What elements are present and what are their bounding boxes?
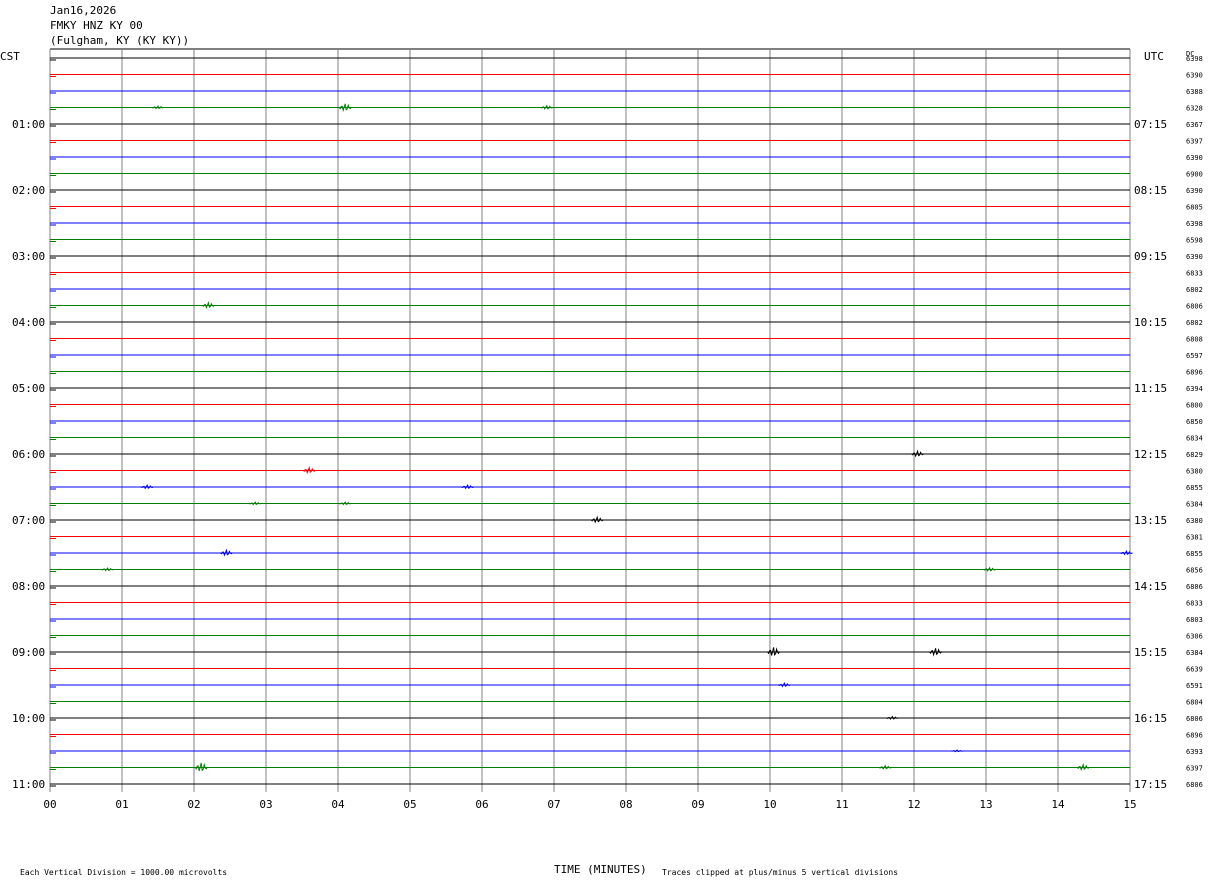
dc-offset-label: 6397 <box>1186 138 1203 146</box>
right-hour-label: 14:15 <box>1134 580 1167 593</box>
x-tick-label: 06 <box>475 798 488 811</box>
seismic-event <box>249 501 262 506</box>
dc-offset-label: 6806 <box>1186 583 1203 591</box>
left-hour-label: 07:00 <box>12 514 45 527</box>
right-hour-label: 08:15 <box>1134 184 1167 197</box>
scale-note: Each Vertical Division = 1000.00 microvo… <box>20 868 228 877</box>
seismic-event <box>886 715 899 720</box>
dc-offset-label: 6384 <box>1186 649 1203 657</box>
clip-note: Traces clipped at plus/minus 5 vertical … <box>662 868 899 877</box>
left-hour-label: 01:00 <box>12 118 45 131</box>
seismic-event <box>101 567 114 572</box>
dc-offset-label: 6805 <box>1186 204 1203 212</box>
dc-offset-label: 6388 <box>1186 88 1203 96</box>
dc-offset-label: 6390 <box>1186 154 1203 162</box>
dc-offset-label: 6394 <box>1186 385 1203 393</box>
dc-offset-label: 6900 <box>1186 171 1203 179</box>
x-tick-label: 05 <box>403 798 416 811</box>
x-tick-label: 07 <box>547 798 560 811</box>
right-hour-label: 15:15 <box>1134 646 1167 659</box>
left-hour-label: 05:00 <box>12 382 45 395</box>
dc-offset-label: 6896 <box>1186 732 1203 740</box>
x-tick-label: 02 <box>187 798 200 811</box>
dc-offset-label: 6390 <box>1186 253 1203 261</box>
dc-offset-label: 6833 <box>1186 600 1203 608</box>
dc-offset-label: 6380 <box>1186 468 1203 476</box>
right-hour-label: 16:15 <box>1134 712 1167 725</box>
left-hour-label: 04:00 <box>12 316 45 329</box>
dc-offset-label: 6829 <box>1186 451 1203 459</box>
dc-offset-label: 6808 <box>1186 336 1203 344</box>
seismogram-plot: 6398 6390 6388 6328 6367 6397 6390 6900 6390 6805… <box>12 48 1203 811</box>
right-hour-label: 11:15 <box>1134 382 1167 395</box>
left-hour-label: 09:00 <box>12 646 45 659</box>
dc-offset-label: 6390 <box>1186 187 1203 195</box>
x-tick-label: 03 <box>259 798 272 811</box>
dc-offset-label: 6380 <box>1186 517 1203 525</box>
dc-offset-label: 6803 <box>1186 616 1203 624</box>
left-hour-label: 10:00 <box>12 712 45 725</box>
x-tick-label: 12 <box>907 798 920 811</box>
dc-offset-label: 6855 <box>1186 484 1203 492</box>
dc-offset-label: 6398 <box>1186 55 1203 63</box>
right-hour-label: 12:15 <box>1134 448 1167 461</box>
dc-offset-label: 6381 <box>1186 534 1203 542</box>
seismic-event <box>194 762 208 772</box>
dc-offset-label: 6306 <box>1186 633 1203 641</box>
left-hour-label: 11:00 <box>12 778 45 791</box>
dc-offset-label: 6804 <box>1186 699 1203 707</box>
dc-offset-label: 6328 <box>1186 105 1203 113</box>
dc-offset-label: 6390 <box>1186 72 1203 80</box>
dc-offset-label: 6367 <box>1186 121 1203 129</box>
dc-offset-label: 6800 <box>1186 402 1203 410</box>
dc-offset-label: 6802 <box>1186 319 1203 327</box>
dc-offset-label: 6398 <box>1186 220 1203 228</box>
right-hour-label: 10:15 <box>1134 316 1167 329</box>
dc-offset-label: 6384 <box>1186 501 1203 509</box>
x-tick-label: 04 <box>331 798 345 811</box>
x-tick-label: 14 <box>1051 798 1065 811</box>
x-tick-label: 15 <box>1123 798 1136 811</box>
dc-offset-label: 6806 <box>1186 303 1203 311</box>
left-hour-label: 08:00 <box>12 580 45 593</box>
dc-offset-label: 6597 <box>1186 352 1203 360</box>
right-hour-label: 07:15 <box>1134 118 1167 131</box>
x-tick-label: 09 <box>691 798 704 811</box>
x-tick-label: 00 <box>43 798 56 811</box>
right-hour-label: 09:15 <box>1134 250 1167 263</box>
seismic-event <box>151 105 165 110</box>
dc-offset-label: 6591 <box>1186 682 1203 690</box>
x-tick-label: 13 <box>979 798 992 811</box>
dc-offset-label: 6393 <box>1186 748 1203 756</box>
dc-offset-label: 6834 <box>1186 435 1203 443</box>
seismic-event <box>767 647 781 657</box>
x-tick-label: 10 <box>763 798 776 811</box>
dc-offset-label: 6850 <box>1186 418 1203 426</box>
x-tick-label: 01 <box>115 798 128 811</box>
dc-offset-label: 6856 <box>1186 567 1203 575</box>
right-hour-label: 17:15 <box>1134 778 1167 791</box>
dc-offset-label: 6806 <box>1186 781 1203 789</box>
x-tick-label: 11 <box>835 798 848 811</box>
x-tick-label: 08 <box>619 798 632 811</box>
dc-offset-label: 6855 <box>1186 550 1203 558</box>
x-axis-title: TIME (MINUTES) <box>554 863 647 876</box>
left-hour-label: 03:00 <box>12 250 45 263</box>
dc-offset-label: 6806 <box>1186 715 1203 723</box>
dc-offset-label: 6896 <box>1186 369 1203 377</box>
dc-offset-label: 6639 <box>1186 666 1203 674</box>
dc-offset-label: 6833 <box>1186 270 1203 278</box>
left-hour-label: 02:00 <box>12 184 45 197</box>
dc-offset-label: 6802 <box>1186 286 1203 294</box>
right-hour-label: 13:15 <box>1134 514 1167 527</box>
seismic-event <box>339 501 352 506</box>
left-hour-label: 06:00 <box>12 448 45 461</box>
dc-offset-label: 6598 <box>1186 237 1203 245</box>
dc-offset-label: 6397 <box>1186 765 1203 773</box>
